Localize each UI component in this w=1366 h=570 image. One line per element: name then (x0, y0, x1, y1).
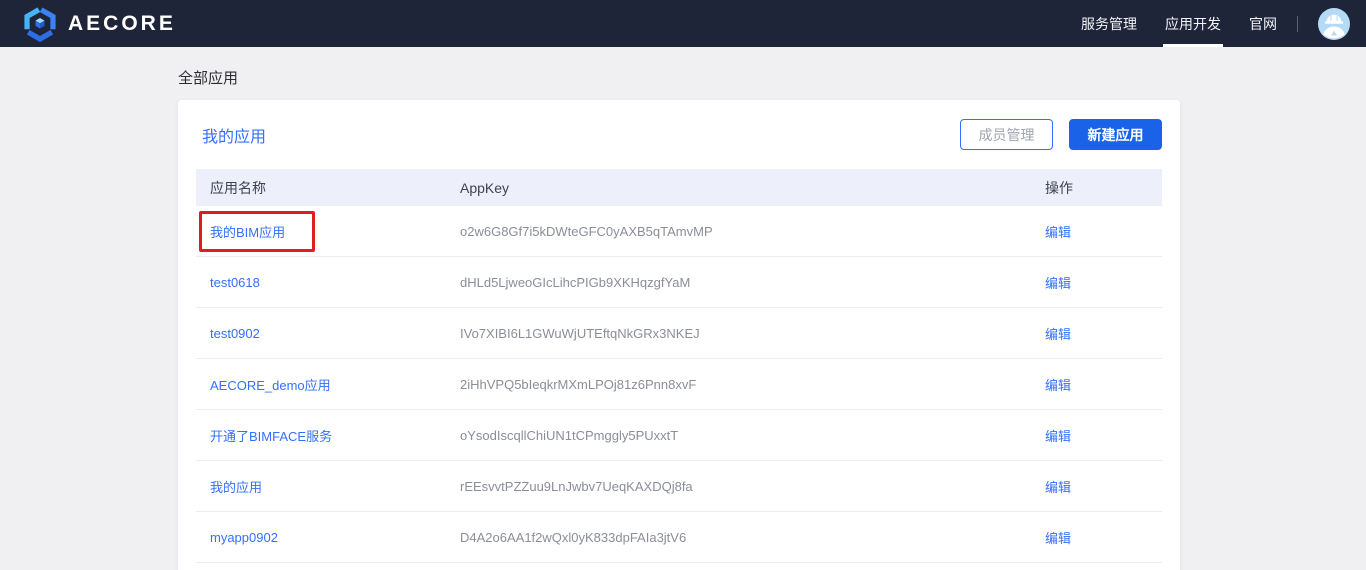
edit-link[interactable]: 编辑 (1045, 378, 1071, 393)
app-key-value: dHLd5LjweoGIcLihcPIGb9XKHqzgfYaM (460, 275, 690, 290)
table-row: 我的应用 rEEsvvtPZZuu9LnJwbv7UeqKAXDQj8fa 编辑 (196, 461, 1162, 512)
card-header: 我的应用 成员管理 新建应用 (178, 100, 1180, 169)
app-key-cell: dHLd5LjweoGIcLihcPIGb9XKHqzgfYaM (460, 275, 1045, 290)
engineer-avatar-icon (1318, 8, 1350, 40)
app-name-cell: myapp0902 (196, 530, 460, 545)
table-header-row: 应用名称 AppKey 操作 (196, 169, 1162, 206)
user-avatar[interactable] (1318, 8, 1350, 40)
top-navbar: AECORE 服务管理 应用开发 官网 (0, 0, 1366, 47)
app-key-cell: rEEsvvtPZZuu9LnJwbv7UeqKAXDQj8fa (460, 479, 1045, 494)
app-key-cell: oYsodIscqllChiUN1tCPmggly5PUxxtT (460, 428, 1045, 443)
app-name-cell: 我的应用 (196, 477, 460, 496)
app-key-cell: o2w6G8Gf7i5kDWteGFC0yAXB5qTAmvMP (460, 224, 1045, 239)
actions-cell: 编辑 (1045, 324, 1162, 343)
header-actions: 操作 (1045, 178, 1162, 198)
app-name-cell: test0902 (196, 326, 460, 341)
card-actions: 成员管理 新建应用 (960, 119, 1162, 150)
table-row: AECORE_demo应用 2iHhVPQ5bIeqkrMXmLPOj81z6P… (196, 359, 1162, 410)
app-name-link[interactable]: 我的应用 (210, 480, 262, 495)
app-name-link[interactable]: test0902 (210, 326, 260, 341)
table-row: test0618 dHLd5LjweoGIcLihcPIGb9XKHqzgfYa… (196, 257, 1162, 308)
actions-cell: 编辑 (1045, 273, 1162, 292)
nav-item-official-site[interactable]: 官网 (1235, 0, 1291, 47)
actions-cell: 编辑 (1045, 528, 1162, 547)
table-row: 开通了BIMFACE服务 oYsodIscqllChiUN1tCPmggly5P… (196, 410, 1162, 461)
header-app-name: 应用名称 (196, 178, 460, 198)
table-row: test0902 IVo7XIBI6L1GWuWjUTEftqNkGRx3NKE… (196, 308, 1162, 359)
actions-cell: 编辑 (1045, 375, 1162, 394)
app-key-value: D4A2o6AA1f2wQxl0yK833dpFAIa3jtV6 (460, 530, 686, 545)
app-name-link[interactable]: 开通了BIMFACE服务 (210, 429, 332, 444)
edit-link[interactable]: 编辑 (1045, 531, 1071, 546)
app-name-cell: 我的BIM应用 (196, 222, 460, 241)
hexagon-cube-logo-icon (22, 6, 58, 42)
nav-menu: 服务管理 应用开发 官网 (1067, 0, 1350, 47)
edit-link[interactable]: 编辑 (1045, 327, 1071, 342)
actions-cell: 编辑 (1045, 222, 1162, 241)
create-app-button[interactable]: 新建应用 (1069, 119, 1162, 150)
app-name-link[interactable]: 我的BIM应用 (210, 225, 285, 240)
table-row: myapp0902 D4A2o6AA1f2wQxl0yK833dpFAIa3jt… (196, 512, 1162, 563)
app-key-cell: 2iHhVPQ5bIeqkrMXmLPOj81z6Pnn8xvF (460, 377, 1045, 392)
app-key-cell: D4A2o6AA1f2wQxl0yK833dpFAIa3jtV6 (460, 530, 1045, 545)
nav-divider (1297, 16, 1298, 32)
actions-cell: 编辑 (1045, 426, 1162, 445)
nav-item-service-management[interactable]: 服务管理 (1067, 0, 1151, 47)
edit-link[interactable]: 编辑 (1045, 276, 1071, 291)
table-row: 我的BIM应用 o2w6G8Gf7i5kDWteGFC0yAXB5qTAmvMP… (196, 206, 1162, 257)
app-key-value: oYsodIscqllChiUN1tCPmggly5PUxxtT (460, 428, 678, 443)
app-key-cell: IVo7XIBI6L1GWuWjUTEftqNkGRx3NKEJ (460, 326, 1045, 341)
edit-link[interactable]: 编辑 (1045, 225, 1071, 240)
brand-logo[interactable]: AECORE (22, 6, 176, 42)
app-name-cell: AECORE_demo应用 (196, 375, 460, 394)
my-apps-card: 我的应用 成员管理 新建应用 应用名称 AppKey 操作 我的BIM应用 o2… (178, 100, 1180, 570)
app-key-value: o2w6G8Gf7i5kDWteGFC0yAXB5qTAmvMP (460, 224, 713, 239)
active-tab-underline (1163, 44, 1223, 47)
nav-item-app-development[interactable]: 应用开发 (1151, 0, 1235, 47)
app-name-link[interactable]: myapp0902 (210, 530, 278, 545)
card-title: 我的应用 (202, 123, 266, 147)
header-appkey: AppKey (460, 180, 1045, 196)
app-key-value: IVo7XIBI6L1GWuWjUTEftqNkGRx3NKEJ (460, 326, 700, 341)
app-name-link[interactable]: test0618 (210, 275, 260, 290)
actions-cell: 编辑 (1045, 477, 1162, 496)
app-name-cell: 开通了BIMFACE服务 (196, 426, 460, 445)
table-body: 我的BIM应用 o2w6G8Gf7i5kDWteGFC0yAXB5qTAmvMP… (196, 206, 1162, 563)
app-key-value: 2iHhVPQ5bIeqkrMXmLPOj81z6Pnn8xvF (460, 377, 696, 392)
member-management-button[interactable]: 成员管理 (960, 119, 1053, 150)
brand-name: AECORE (68, 12, 176, 36)
app-name-cell: test0618 (196, 275, 460, 290)
page-title: 全部应用 (178, 67, 1366, 88)
edit-link[interactable]: 编辑 (1045, 480, 1071, 495)
app-name-link[interactable]: AECORE_demo应用 (210, 378, 331, 393)
app-key-value: rEEsvvtPZZuu9LnJwbv7UeqKAXDQj8fa (460, 479, 693, 494)
edit-link[interactable]: 编辑 (1045, 429, 1071, 444)
app-table: 应用名称 AppKey 操作 我的BIM应用 o2w6G8Gf7i5kDWteG… (196, 169, 1162, 563)
